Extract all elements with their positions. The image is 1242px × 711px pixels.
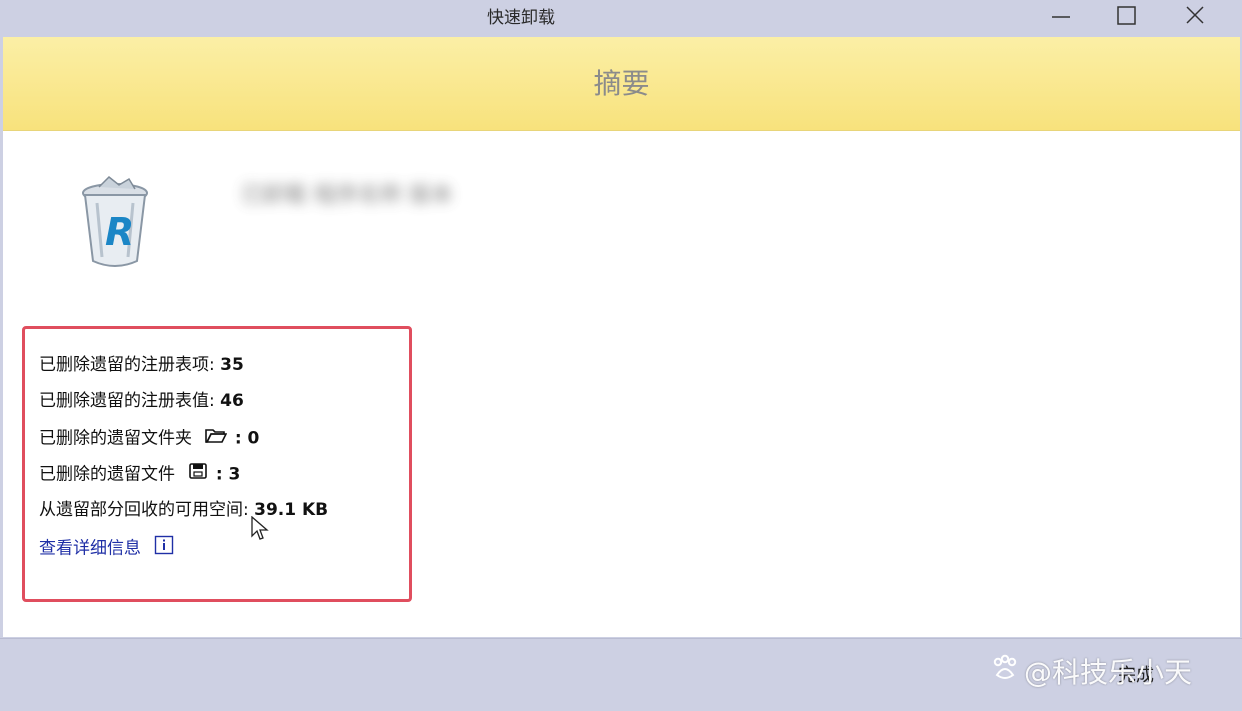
freed-space-label: 从遗留部分回收的可用空间: <box>39 500 249 520</box>
minimize-icon <box>1052 16 1070 18</box>
folders-label: 已删除的遗留文件夹 <box>39 428 192 449</box>
folders-value: : 0 <box>234 428 260 449</box>
watermark: @科技乐小天 <box>990 649 1192 693</box>
registry-values-row: 已删除遗留的注册表值: 46 <box>39 389 244 413</box>
svg-text:R: R <box>105 210 134 254</box>
footer-bar: 完成 @科技乐小天 <box>0 638 1242 711</box>
registry-values-label: 已删除遗留的注册表值: <box>39 391 215 411</box>
files-label: 已删除的遗留文件 <box>39 464 175 485</box>
file-icon <box>188 462 208 487</box>
mouse-cursor-icon <box>251 515 269 546</box>
maximize-icon <box>1117 6 1136 25</box>
baidu-paw-icon <box>990 653 1020 690</box>
recycle-bin-icon: R <box>75 173 155 277</box>
close-button[interactable] <box>1166 0 1226 34</box>
registry-keys-value: 35 <box>220 355 244 375</box>
summary-header: 摘要 <box>3 37 1240 131</box>
folders-row: 已删除的遗留文件夹 : 0 <box>39 426 259 450</box>
title-bar: 快速卸载 <box>0 0 1242 37</box>
watermark-text: @科技乐小天 <box>1024 656 1193 689</box>
summary-box: 已删除遗留的注册表项: 35 已删除遗留的注册表值: 46 已删除的遗留文件夹 … <box>22 326 412 602</box>
page-title: 摘要 <box>593 67 650 100</box>
files-row: 已删除的遗留文件 : 3 <box>39 462 240 486</box>
window-title: 快速卸载 <box>487 8 555 28</box>
registry-keys-row: 已删除遗留的注册表项: 35 <box>39 353 244 377</box>
close-icon <box>1186 6 1204 24</box>
main-content: R 已卸载 程序名称 版本 已删除遗留的注册表项: 35 已删除遗留的注册表值:… <box>3 131 1240 637</box>
folder-icon <box>205 426 228 451</box>
files-value: : 3 <box>215 464 241 485</box>
minimize-button[interactable] <box>1031 0 1091 34</box>
view-details-label: 查看详细信息 <box>39 538 141 559</box>
info-icon <box>154 535 174 562</box>
maximize-button[interactable] <box>1097 0 1157 34</box>
freed-space-row: 从遗留部分回收的可用空间: 39.1 KB <box>39 498 328 522</box>
view-details-link[interactable]: 查看详细信息 <box>39 535 174 559</box>
uninstalled-app-name: 已卸载 程序名称 版本 <box>241 183 453 208</box>
registry-values-value: 46 <box>220 391 244 411</box>
registry-keys-label: 已删除遗留的注册表项: <box>39 355 215 375</box>
